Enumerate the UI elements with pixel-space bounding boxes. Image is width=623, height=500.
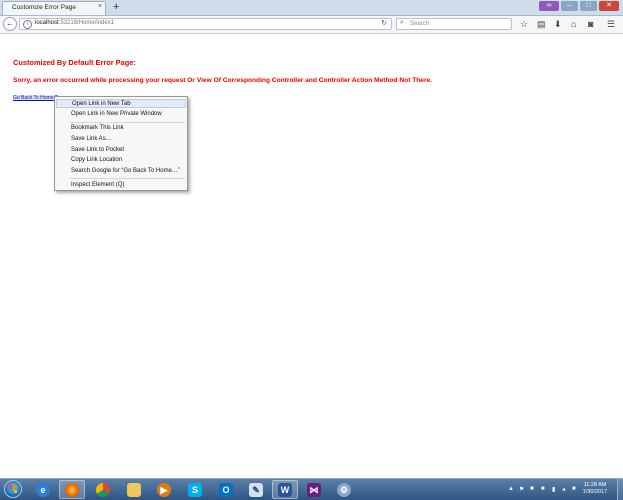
tab-title: Customize Error Page — [12, 4, 76, 11]
search-input[interactable]: Search — [410, 21, 429, 27]
word-icon[interactable]: W — [272, 480, 298, 499]
tray-flag-icon[interactable]: ⚑ — [519, 486, 524, 493]
menu-icon[interactable]: ☰ — [607, 19, 615, 29]
menu-item-label: Save Link As… — [71, 136, 112, 142]
system-clock[interactable]: 11:28 AM 1/30/2017 — [575, 482, 615, 496]
firefox-icon[interactable] — [59, 480, 85, 499]
url-host: localhost — [35, 20, 59, 26]
internet-explorer-icon[interactable]: e — [30, 480, 56, 499]
close-window-button[interactable]: ✕ — [599, 1, 619, 11]
menu-item-inspect-element[interactable]: Inspect Element (Q) — [56, 181, 186, 190]
menu-item-open-new-tab[interactable]: Open Link in New Tab — [56, 99, 186, 108]
close-tab-icon[interactable]: × — [98, 3, 102, 10]
menu-item-label: Bookmark This Link — [71, 125, 124, 131]
clock-time: 11:28 AM — [583, 482, 607, 488]
downloads-icon[interactable]: ⬇ — [554, 19, 562, 29]
tray-arrow-icon[interactable]: ▲ — [508, 486, 514, 492]
menu-item-copy-link-location[interactable]: Copy Link Location — [56, 156, 186, 165]
menu-item-search-google[interactable]: Search Google for “Go Back To Home…” — [56, 167, 186, 176]
menu-item-open-private-window[interactable]: Open Link in New Private Window — [56, 110, 186, 119]
browser-tab[interactable]: Customize Error Page × — [2, 1, 106, 15]
reload-icon[interactable]: ↻ — [381, 19, 387, 27]
maximize-button[interactable]: □ — [580, 1, 597, 11]
menu-item-label: Inspect Element (Q) — [71, 182, 125, 188]
skype-icon[interactable]: S — [182, 480, 208, 499]
address-bar[interactable]: i localhost:53218/Home/index1 ↻ — [19, 18, 392, 30]
pocket-icon[interactable]: ◙ — [588, 19, 593, 29]
nav-bar: ← i localhost:53218/Home/index1 ↻ ⌕ Sear… — [0, 16, 623, 34]
minimize-button[interactable]: – — [561, 1, 578, 11]
info-icon[interactable]: i — [23, 20, 32, 29]
menu-item-label: Open Link in New Tab — [72, 101, 131, 107]
menu-separator — [70, 122, 185, 123]
back-button[interactable]: ← — [3, 17, 17, 31]
volume-icon[interactable]: ◂ — [562, 486, 565, 493]
tray-app-icon[interactable]: ■ — [541, 486, 545, 492]
menu-item-label: Save Link to Pocket — [71, 147, 125, 153]
new-tab-button[interactable]: + — [113, 0, 119, 14]
windows-logo-icon — [9, 485, 17, 493]
tab-strip: Customize Error Page × + ∞ – □ ✕ — [0, 0, 623, 16]
home-icon[interactable]: ⌂ — [571, 19, 576, 29]
search-bar[interactable]: ⌕ Search — [396, 18, 512, 30]
paint-icon[interactable]: ✎ — [243, 480, 269, 499]
error-title: Customized By Default Error Page: — [13, 58, 136, 67]
private-mask-icon[interactable]: ∞ — [539, 1, 559, 11]
menu-item-label: Open Link in New Private Window — [71, 111, 162, 117]
context-menu: Open Link in New Tab Open Link in New Pr… — [54, 96, 188, 191]
menu-separator — [70, 178, 185, 179]
go-back-home-link[interactable]: Go Back To Home P — [13, 95, 59, 101]
bookmark-star-icon[interactable]: ☆ — [520, 19, 528, 29]
reading-list-icon[interactable]: ▤ — [537, 19, 546, 29]
file-explorer-icon[interactable] — [121, 480, 147, 499]
show-desktop-button[interactable] — [617, 479, 623, 500]
clock-date: 1/30/2017 — [582, 489, 608, 495]
error-message: Sorry, an error occurred while processin… — [13, 77, 433, 84]
visual-studio-icon[interactable]: ⋈ — [301, 480, 327, 499]
media-player-icon[interactable]: ▶ — [151, 480, 177, 499]
url-path: :53218/Home/index1 — [58, 20, 115, 26]
taskbar: e ▶ S O ✎ W ⋈ ⚙ ▲ ⚑ ■ ■ ▮ ◂ ■ 11:28 AM 1… — [0, 478, 623, 500]
url-text[interactable]: localhost:53218/Home/index1 — [35, 20, 114, 26]
menu-item-bookmark-link[interactable]: Bookmark This Link — [56, 124, 186, 133]
tray-app-icon[interactable]: ■ — [530, 486, 534, 492]
outlook-icon[interactable]: O — [213, 480, 239, 499]
menu-item-save-to-pocket[interactable]: Save Link to Pocket — [56, 146, 186, 155]
network-tray-icon[interactable]: ▮ — [552, 486, 555, 493]
start-button[interactable] — [4, 480, 22, 498]
menu-item-label: Search Google for “Go Back To Home…” — [71, 168, 180, 174]
chrome-icon[interactable] — [90, 480, 116, 499]
search-icon: ⌕ — [400, 19, 404, 26]
network-icon[interactable]: ⚙ — [331, 480, 357, 499]
menu-item-save-link-as[interactable]: Save Link As… — [56, 135, 186, 144]
menu-item-label: Copy Link Location — [71, 157, 123, 163]
window-controls: ∞ – □ ✕ — [539, 1, 619, 11]
